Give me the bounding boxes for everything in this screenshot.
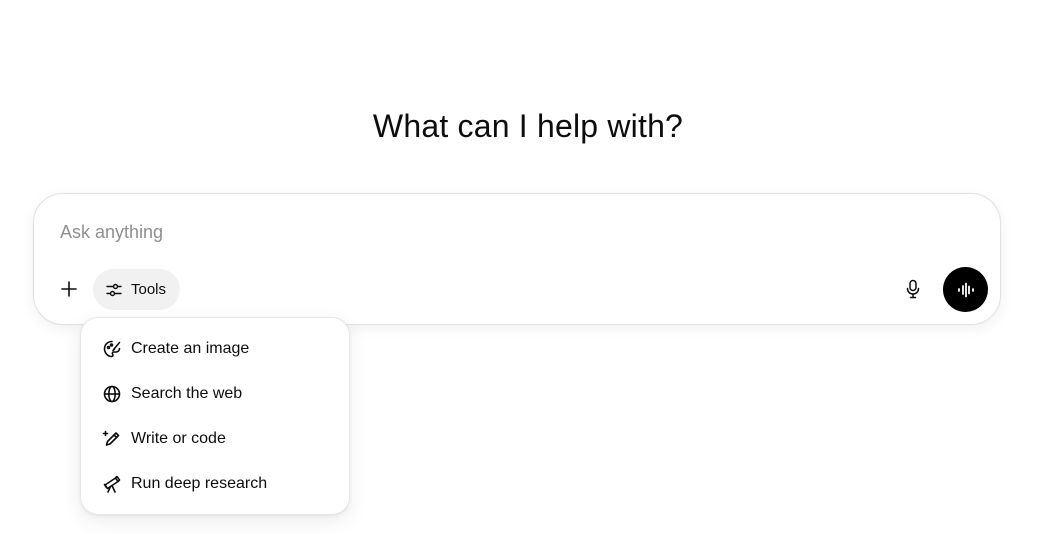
globe-icon — [102, 384, 122, 404]
voice-mode-button[interactable] — [943, 267, 988, 312]
tools-menu: Create an image Search the web Write or … — [80, 317, 350, 515]
telescope-icon — [102, 474, 122, 494]
chat-home: What can I help with? Tools — [0, 0, 1056, 534]
page-title: What can I help with? — [372, 108, 684, 144]
dictate-button[interactable] — [898, 274, 928, 304]
menu-item-label: Search the web — [131, 384, 243, 402]
plus-icon — [60, 280, 78, 298]
prompt-input[interactable] — [60, 218, 880, 246]
add-attachment-button[interactable] — [54, 274, 84, 304]
menu-item-label: Write or code — [131, 429, 226, 447]
menu-item-label: Run deep research — [131, 474, 268, 492]
microphone-icon — [904, 279, 922, 299]
menu-item-search-web[interactable]: Search the web — [81, 371, 349, 416]
prompt-composer: Tools — [33, 193, 1001, 325]
menu-item-create-image[interactable]: Create an image — [81, 326, 349, 371]
voice-waveform-icon — [956, 282, 976, 298]
sliders-icon — [105, 281, 123, 299]
tools-label: Tools — [131, 281, 167, 298]
menu-item-label: Create an image — [131, 339, 250, 357]
tools-button[interactable]: Tools — [93, 269, 181, 310]
menu-item-deep-research[interactable]: Run deep research — [81, 461, 349, 506]
menu-item-write-code[interactable]: Write or code — [81, 416, 349, 461]
palette-icon — [102, 339, 122, 359]
pen-sparkle-icon — [102, 429, 122, 449]
